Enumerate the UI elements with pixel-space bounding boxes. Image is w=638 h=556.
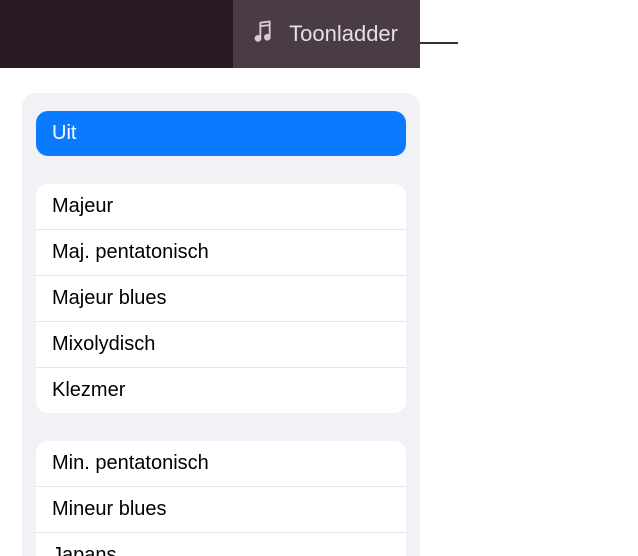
scale-item-mixolydian[interactable]: Mixolydisch	[36, 322, 406, 368]
scale-item-klezmer[interactable]: Klezmer	[36, 368, 406, 413]
music-notes-icon	[251, 18, 279, 51]
scale-item-major-pentatonic[interactable]: Maj. pentatonisch	[36, 230, 406, 276]
scale-popover: Uit Majeur Maj. pentatonisch Majeur blue…	[22, 93, 420, 556]
annotation-line	[420, 42, 458, 44]
scale-button[interactable]: Toonladder	[233, 0, 420, 68]
scale-item-major-blues[interactable]: Majeur blues	[36, 276, 406, 322]
scale-button-label: Toonladder	[289, 21, 398, 47]
scale-group-1: Majeur Maj. pentatonisch Majeur blues Mi…	[36, 184, 406, 413]
scale-group-0: Uit	[36, 111, 406, 156]
scale-item-major[interactable]: Majeur	[36, 184, 406, 230]
scale-item-minor-pentatonic[interactable]: Min. pentatonisch	[36, 441, 406, 487]
scale-item-off[interactable]: Uit	[36, 111, 406, 156]
scale-group-2: Min. pentatonisch Mineur blues Japans	[36, 441, 406, 556]
scale-item-minor-blues[interactable]: Mineur blues	[36, 487, 406, 533]
scale-item-japanese[interactable]: Japans	[36, 533, 406, 556]
toolbar: Toonladder	[0, 0, 420, 68]
